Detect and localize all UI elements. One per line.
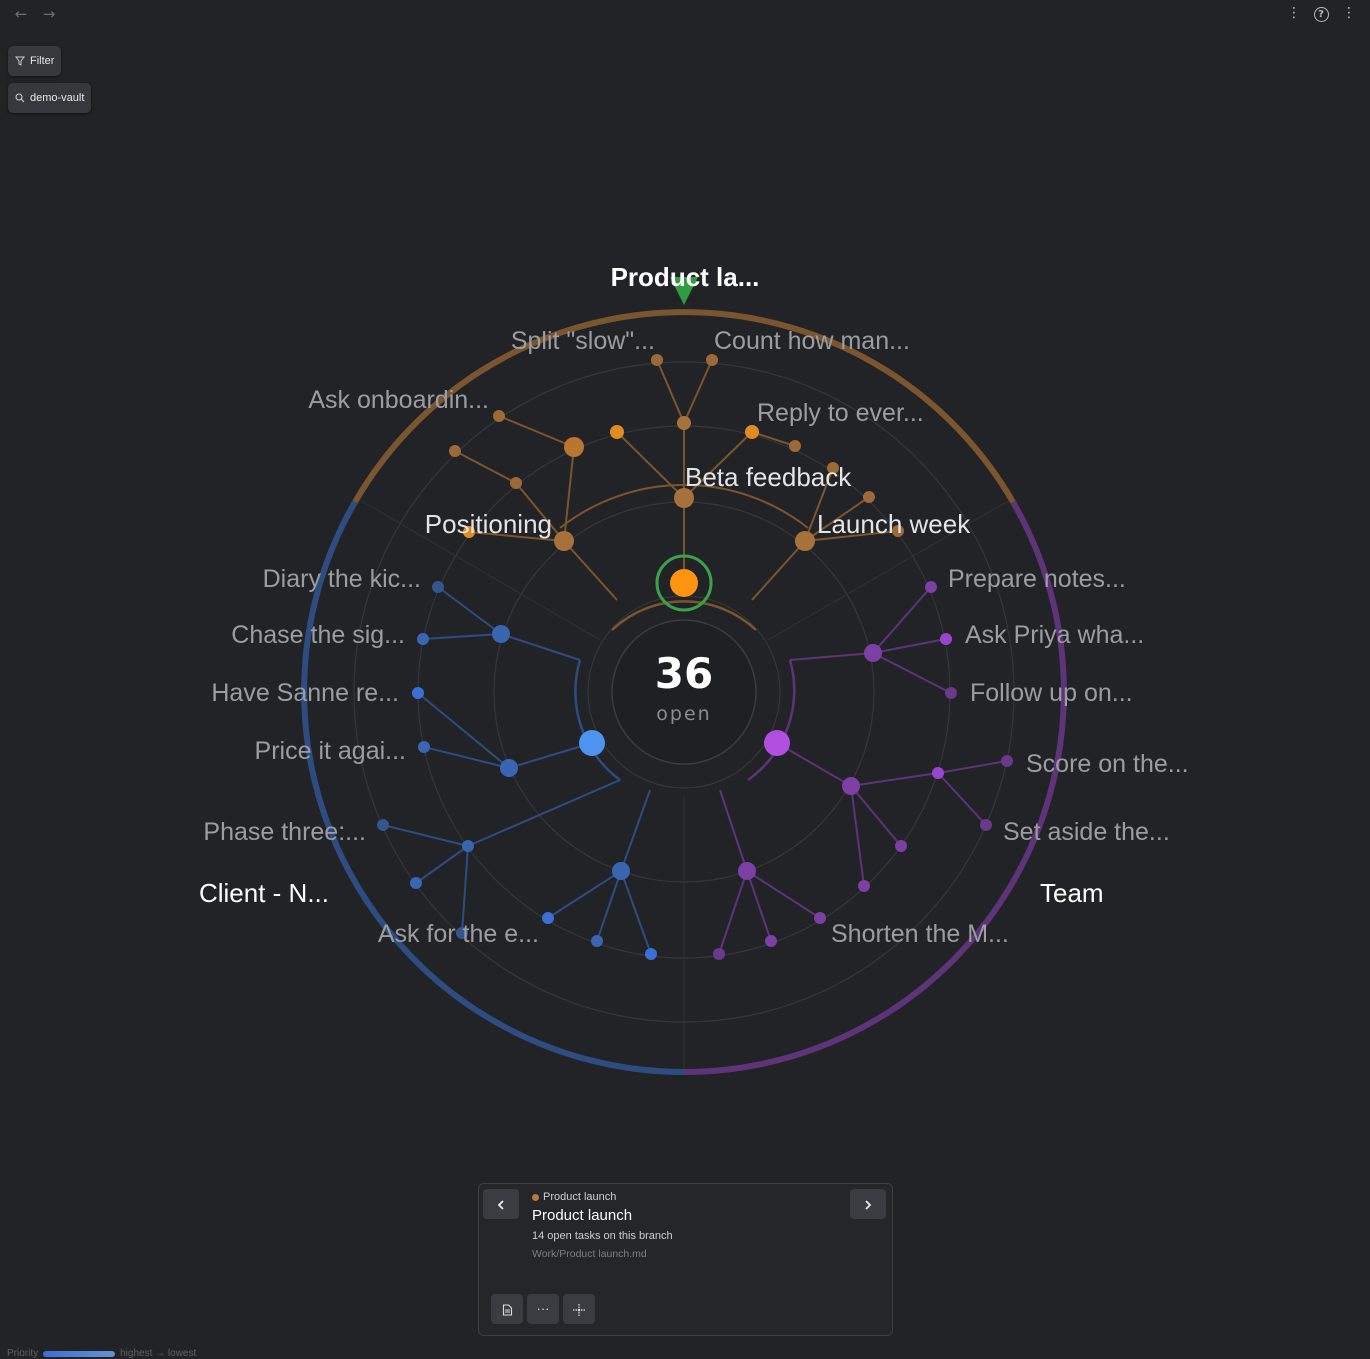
priority-gradient <box>43 1350 116 1357</box>
label-task[interactable]: Set aside the... <box>1003 818 1170 846</box>
node-task <box>462 840 474 852</box>
node-task <box>510 477 522 489</box>
node-task <box>789 440 801 452</box>
node-task <box>418 741 430 753</box>
label-task[interactable]: Follow up on... <box>970 679 1133 707</box>
client-nodes[interactable] <box>377 581 657 960</box>
focus-icon <box>573 1303 585 1316</box>
label-task[interactable]: Ask onboardin... <box>308 386 489 414</box>
label-task[interactable]: Price it agai... <box>255 737 406 765</box>
node-task <box>564 437 584 457</box>
more-button[interactable]: ··· <box>527 1294 559 1324</box>
previous-button[interactable] <box>483 1189 519 1219</box>
focus-button[interactable] <box>563 1294 595 1324</box>
node-task <box>925 581 937 593</box>
file-icon <box>502 1304 512 1316</box>
node-task <box>895 840 907 852</box>
node-task <box>765 935 777 947</box>
node-task <box>645 948 657 960</box>
node-task <box>932 767 944 779</box>
file-path[interactable]: Work/Product launch.md <box>532 1248 647 1260</box>
node-task <box>449 445 461 457</box>
node-task <box>500 759 518 777</box>
selection-panel: Product launch Product launch 14 open ta… <box>478 1183 893 1336</box>
label-task[interactable]: Phase three:... <box>203 818 366 846</box>
task-sunburst-graph[interactable]: 36 open Product la... Split "slow"... Co… <box>0 0 1370 1357</box>
chevron-right-icon <box>865 1200 872 1210</box>
node-task <box>945 687 957 699</box>
panel-title: Product launch <box>532 1207 633 1224</box>
node-task <box>738 862 756 880</box>
breadcrumb-label: Product launch <box>543 1191 617 1203</box>
node-task <box>377 819 389 831</box>
node-task <box>417 633 429 645</box>
open-count: 36 <box>655 649 713 698</box>
node-task <box>980 819 992 831</box>
node-task <box>412 687 424 699</box>
node-task <box>492 625 510 643</box>
product-color-dot <box>532 1193 539 1201</box>
node-positioning <box>554 531 574 551</box>
node-task <box>863 491 875 503</box>
label-beta-feedback[interactable]: Beta feedback <box>685 462 852 492</box>
node-task <box>612 862 630 880</box>
node-task <box>677 416 691 430</box>
open-caption: open <box>656 703 711 725</box>
node-task <box>842 777 860 795</box>
more-horizontal-icon: ··· <box>536 1301 550 1316</box>
breadcrumb: Product launch <box>532 1191 616 1203</box>
node-task <box>432 581 444 593</box>
open-task-count: 14 open tasks on this branch <box>532 1230 673 1242</box>
label-task[interactable]: Ask Priya wha... <box>965 621 1144 649</box>
node-task <box>651 354 663 366</box>
label-task[interactable]: Score on the... <box>1026 750 1189 778</box>
label-task[interactable]: Ask for the e... <box>378 920 539 948</box>
node-product-launch[interactable] <box>670 569 698 597</box>
label-task[interactable]: Diary the kic... <box>263 565 421 593</box>
node-task <box>1001 755 1013 767</box>
node-task <box>814 912 826 924</box>
label-launch-week[interactable]: Launch week <box>817 509 971 539</box>
node-task <box>745 425 759 439</box>
open-file-button[interactable] <box>491 1294 523 1324</box>
node-task <box>591 935 603 947</box>
legend-range: highest → lowest <box>120 1348 197 1359</box>
node-task <box>713 948 725 960</box>
node-client <box>579 730 605 756</box>
label-task[interactable]: Prepare notes... <box>948 565 1126 593</box>
next-button[interactable] <box>850 1189 886 1219</box>
label-task[interactable]: Have Sanne re... <box>211 679 399 707</box>
label-task[interactable]: Chase the sig... <box>231 621 405 649</box>
node-task <box>706 354 718 366</box>
node-task <box>858 880 870 892</box>
node-task <box>610 425 624 439</box>
node-task <box>864 644 882 662</box>
legend-label: Priority <box>7 1348 39 1359</box>
node-task <box>940 633 952 645</box>
label-client[interactable]: Client - N... <box>199 878 329 908</box>
label-task[interactable]: Split "slow"... <box>511 327 655 355</box>
label-team[interactable]: Team <box>1040 878 1104 908</box>
label-positioning[interactable]: Positioning <box>425 509 552 539</box>
label-product-launch[interactable]: Product la... <box>611 262 760 292</box>
node-launch-week <box>795 531 815 551</box>
node-team <box>764 730 790 756</box>
label-task[interactable]: Shorten the M... <box>831 920 1009 948</box>
label-task[interactable]: Reply to ever... <box>757 399 924 427</box>
priority-legend: Priority highest → lowest <box>7 1348 196 1359</box>
team-links <box>718 586 1008 955</box>
node-task <box>410 877 422 889</box>
node-task <box>493 410 505 422</box>
chevron-left-icon <box>497 1200 504 1210</box>
label-task[interactable]: Count how man... <box>714 327 910 355</box>
node-task <box>542 912 554 924</box>
